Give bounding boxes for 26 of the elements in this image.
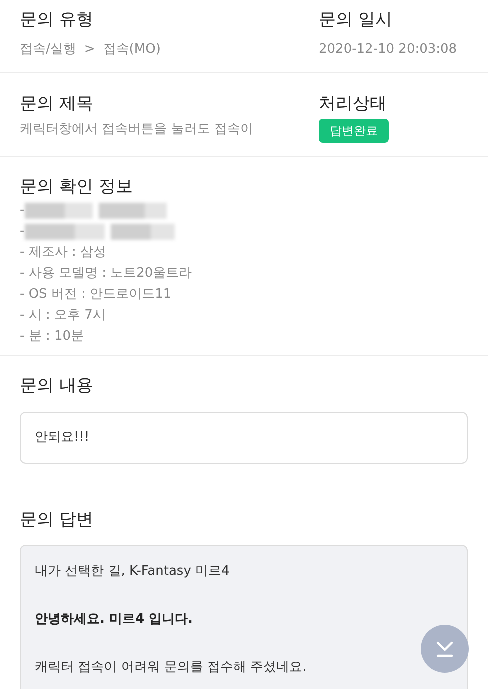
section-title: 처리상태 [319, 93, 388, 116]
category-path-text: 접속/실행 [20, 41, 76, 59]
info-line: - 제조사 : 삼성 [20, 244, 108, 262]
section-title: 문의 내용 [20, 375, 94, 398]
status-badge: 답변완료 [319, 119, 389, 143]
info-line: - 분 : 10분 [20, 328, 86, 346]
answer-paragraph: 안녕하세요. 미르4 입니다. [35, 611, 194, 629]
redacted-text-icon [24, 202, 167, 218]
category-path-text: > [84, 41, 96, 59]
section-title: 문의 답변 [20, 509, 94, 532]
section-title: 문의 유형 [20, 9, 94, 32]
answer-paragraph: 캐릭터 접속이 어려워 문의를 접수해 주셨네요. [35, 659, 308, 677]
section-title: 문의 일시 [319, 9, 394, 32]
info-line: - OS 버전 : 안드로이드11 [20, 286, 173, 304]
inquiry-subject-text: 케릭터창에서 접속버튼을 눌러도 접속이 [20, 121, 254, 139]
category-path-text: 접속(MO) [103, 41, 161, 59]
answer-paragraph: 내가 선택한 길, K-Fantasy 미르4 [35, 563, 231, 581]
info-line: - 사용 모델명 : 노트20울트라 [20, 265, 194, 283]
inquiry-date-text: 2020-12-10 20:03:08 [319, 41, 458, 59]
redacted-text-icon [24, 224, 175, 240]
info-line: - 시 : 오후 7시 [20, 307, 107, 325]
section-title: 문의 제목 [20, 93, 94, 116]
section-title: 문의 확인 정보 [20, 176, 134, 199]
info-line: - [20, 202, 25, 220]
inquiry-content-box: 안되요!!! [20, 412, 468, 464]
info-line: - [20, 222, 25, 241]
